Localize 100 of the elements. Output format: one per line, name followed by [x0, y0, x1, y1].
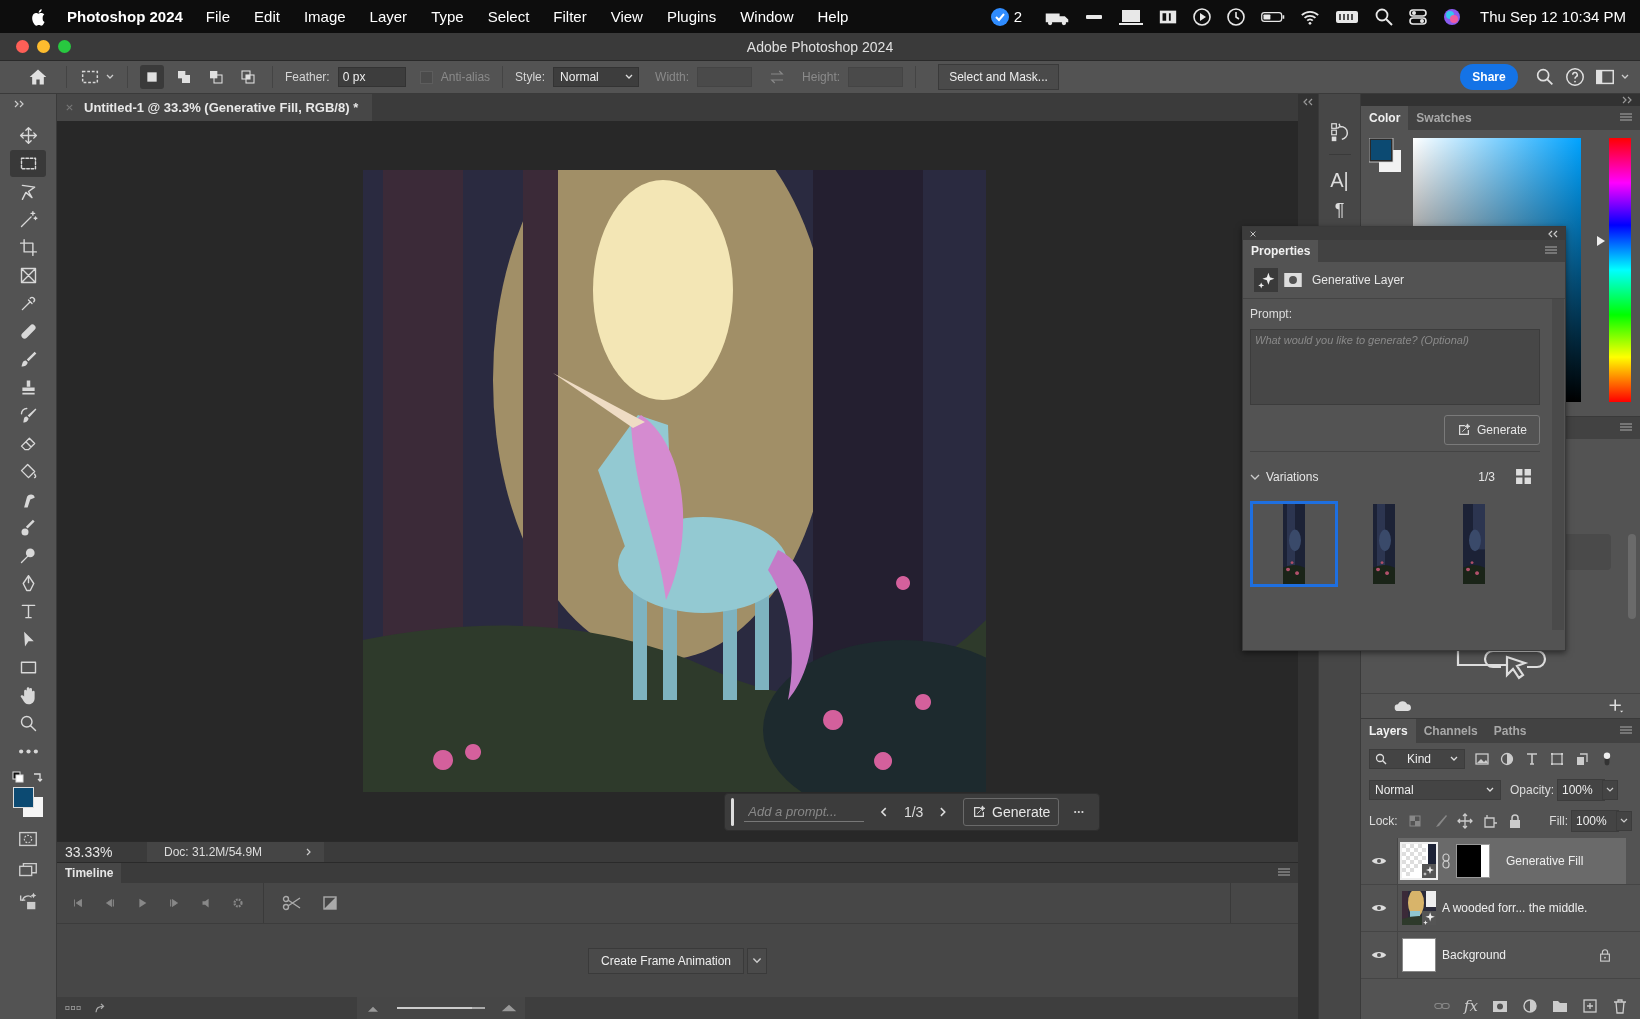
scissors-icon[interactable]	[282, 895, 302, 911]
panel-tab[interactable]: Swatches	[1408, 106, 1480, 130]
hue-slider-handle[interactable]	[1596, 234, 1606, 247]
mask-icon[interactable]	[1492, 998, 1508, 1014]
panel-tab[interactable]: Color	[1361, 106, 1409, 130]
menu-item[interactable]: Layer	[369, 8, 408, 25]
color-swatches-icon[interactable]	[11, 785, 45, 819]
menu-item[interactable]: Plugins	[666, 8, 717, 25]
transition-icon[interactable]	[320, 895, 340, 911]
default-colors-icon[interactable]	[12, 771, 24, 783]
menu-bar-clock[interactable]: Thu Sep 12 10:34 PM	[1480, 8, 1626, 25]
expand-icon[interactable]	[14, 100, 26, 108]
fill-field[interactable]: 100%	[1571, 809, 1619, 832]
sparkle-icon[interactable]	[1254, 268, 1278, 292]
image-filter-icon[interactable]	[1474, 750, 1490, 767]
folder-icon[interactable]	[1552, 998, 1568, 1014]
trash-icon[interactable]	[1612, 998, 1628, 1014]
select-and-mask-button[interactable]: Select and Mask...	[938, 64, 1059, 90]
adjustment-filter-icon[interactable]	[1499, 750, 1515, 767]
filter-dropdown[interactable]: Kind	[1369, 748, 1465, 769]
paragraph-panel-button[interactable]: ¶	[1334, 199, 1345, 221]
eye-icon[interactable]	[1371, 856, 1387, 866]
create-frame-animation-button[interactable]: Create Frame Animation	[587, 947, 745, 974]
gear-icon[interactable]	[231, 896, 245, 910]
selection-mode-icon	[240, 69, 256, 85]
first-frame-icon[interactable]	[71, 896, 85, 910]
menu-item[interactable]: Image	[303, 8, 346, 25]
type-filter-icon[interactable]	[1524, 750, 1540, 767]
play-circle-icon[interactable]	[1192, 6, 1213, 27]
cloud-icon[interactable]	[1393, 698, 1413, 714]
color-swatches-icon[interactable]	[1369, 138, 1403, 174]
eye-icon[interactable]	[1371, 950, 1387, 960]
layer-style-button[interactable]: fx	[1464, 997, 1478, 1015]
close-window-button[interactable]	[16, 40, 29, 53]
menu-item[interactable]: View	[610, 8, 643, 25]
menu-item[interactable]: File	[205, 8, 231, 25]
layer-row[interactable]: Generative Fill	[1398, 838, 1626, 884]
timeline-tab[interactable]: Timeline	[57, 863, 122, 883]
blend-mode-dropdown[interactable]: Normal	[1369, 779, 1501, 800]
panel-tab[interactable]: Paths	[1485, 719, 1535, 743]
selection-mode-button[interactable]	[140, 65, 164, 89]
siri-icon[interactable]	[1442, 6, 1463, 27]
zoom-level[interactable]: 33.33%	[57, 844, 147, 860]
search-icon[interactable]	[1374, 6, 1395, 27]
panel-tab[interactable]: Channels	[1415, 719, 1486, 743]
generate-button[interactable]: Generate	[963, 798, 1060, 826]
new-layer-icon[interactable]	[1582, 998, 1598, 1014]
frames-icon[interactable]	[65, 1003, 81, 1013]
clock-icon[interactable]	[1226, 6, 1247, 27]
menu-item[interactable]: Window	[740, 8, 794, 25]
adjustment-icon[interactable]	[1522, 998, 1538, 1014]
expand-icon[interactable]	[1622, 96, 1634, 104]
minimize-window-button[interactable]	[37, 40, 50, 53]
scrollbar[interactable]	[1552, 299, 1564, 630]
prompt-field[interactable]: What would you like to generate? (Optional)	[1250, 329, 1540, 405]
previous-frame-icon[interactable]	[103, 896, 117, 910]
menu-item[interactable]: Type	[431, 8, 464, 25]
feather-field[interactable]: 0 px	[337, 67, 406, 87]
menu-item[interactable]: Select	[487, 8, 530, 25]
collapse-icon[interactable]	[1547, 229, 1559, 238]
link-icon[interactable]	[1442, 853, 1450, 869]
mask-icon[interactable]	[1284, 273, 1302, 287]
sparkle-image-icon[interactable]	[17, 890, 39, 912]
panel-tab[interactable]: Layers	[1361, 719, 1416, 743]
swap-colors-icon[interactable]	[32, 771, 44, 783]
app-name-menu[interactable]: Photoshop 2024	[67, 8, 183, 25]
dropdown-button[interactable]	[747, 947, 768, 974]
move-icon[interactable]	[1456, 812, 1473, 829]
next-frame-icon[interactable]	[167, 896, 181, 910]
variations-label[interactable]: Variations	[1266, 469, 1319, 484]
layer-row[interactable]: Background	[1398, 932, 1626, 978]
share-button[interactable]: Share	[1460, 64, 1518, 90]
prompt-field[interactable]: Add a prompt...	[744, 802, 865, 822]
document-tab[interactable]: Untitled-1 @ 33.3% (Generative Fill, RGB/8) *	[57, 94, 373, 121]
drag-handle[interactable]	[731, 798, 735, 826]
close-icon[interactable]	[1249, 229, 1257, 238]
zoom-window-button[interactable]	[58, 40, 71, 53]
zoom-in-icon[interactable]	[501, 1003, 517, 1013]
tool-button[interactable]	[10, 150, 46, 177]
variation-thumbnail[interactable]	[1250, 501, 1338, 587]
menu-item[interactable]: Edit	[254, 8, 280, 25]
layer-row[interactable]: A wooded forr... the middle.	[1398, 885, 1626, 931]
collapse-icon[interactable]	[1302, 98, 1314, 106]
character-panel-button[interactable]: A|	[1330, 169, 1349, 191]
home-icon[interactable]	[28, 67, 48, 87]
check-circle-icon[interactable]	[989, 6, 1010, 27]
smart-object-filter-icon[interactable]	[1574, 750, 1590, 767]
generate-button[interactable]: Generate	[1443, 415, 1540, 445]
shape-filter-icon[interactable]	[1549, 750, 1565, 767]
style-dropdown[interactable]: Normal	[553, 67, 640, 87]
opacity-field[interactable]: 100%	[1557, 778, 1605, 801]
control-center-icon[interactable]	[1408, 6, 1429, 27]
menu-item[interactable]: Filter	[553, 8, 587, 25]
panel-title[interactable]: Properties	[1243, 240, 1319, 262]
grid-view-icon[interactable]	[1515, 468, 1532, 485]
menu-item[interactable]: Help	[817, 8, 849, 25]
history-icon[interactable]	[1328, 120, 1351, 155]
help-icon[interactable]	[1564, 66, 1586, 88]
artboard-icon[interactable]	[1481, 812, 1498, 829]
eye-icon[interactable]	[1371, 903, 1387, 913]
